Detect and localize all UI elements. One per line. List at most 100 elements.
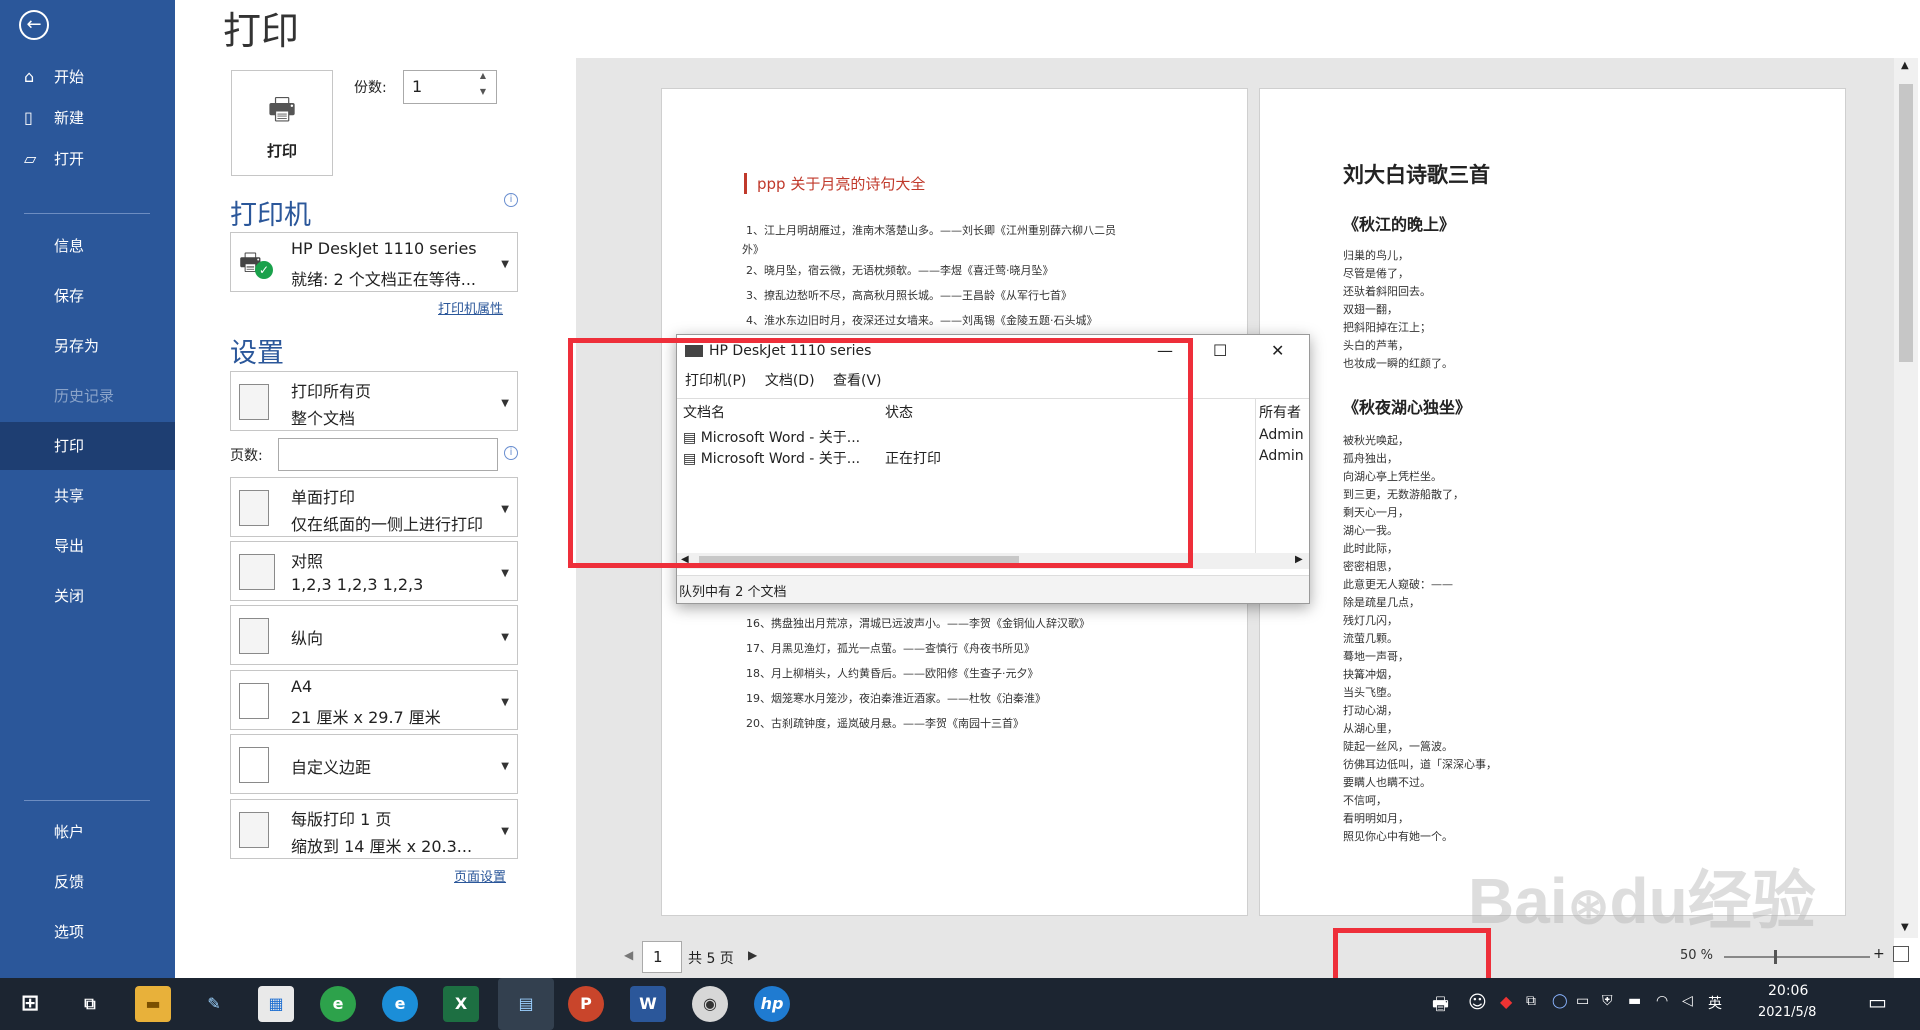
control-panel-icon[interactable]: ▤: [498, 978, 554, 1030]
close-icon[interactable]: ✕: [1271, 341, 1284, 360]
file-explorer-icon[interactable]: ▬: [135, 986, 171, 1022]
nav-account[interactable]: 帐户: [0, 808, 175, 856]
nav-save[interactable]: 保存: [0, 272, 175, 320]
monitor-tray-icon[interactable]: ▭: [1576, 993, 1589, 1009]
app-icon[interactable]: ◉: [692, 986, 728, 1022]
pages-per-sheet-dropdown[interactable]: 每版打印 1 页 缩放到 14 厘米 x 20.3... ▼: [230, 799, 518, 859]
nav-print[interactable]: 打印: [0, 422, 175, 470]
scroll-right-icon[interactable]: ▶: [1295, 554, 1303, 565]
nav-share[interactable]: 共享: [0, 472, 175, 520]
poem-line: 把斜阳掉在江上；: [1343, 321, 1431, 334]
antivirus-tray-icon[interactable]: ◆: [1500, 992, 1512, 1011]
collate-icon: [239, 554, 275, 590]
paper-size-dropdown[interactable]: A4 21 厘米 x 29.7 厘米 ▼: [230, 670, 518, 730]
page-setup-link[interactable]: 页面设置: [454, 866, 506, 885]
browser-icon[interactable]: e: [320, 986, 356, 1022]
circle-tray-icon[interactable]: ◯: [1552, 993, 1568, 1009]
assistant-tray-icon[interactable]: ☺: [1468, 992, 1487, 1013]
backstage-sidebar: ← ⌂ 开始 ▯ 新建 ▱ 打开 信息 保存 另存为 历史记录 打印 共享 导出 关闭…: [0, 0, 175, 978]
poem-line: 还驮着斜阳回去。: [1343, 285, 1431, 298]
powerpoint-icon[interactable]: P: [568, 986, 604, 1022]
portrait-icon: [239, 618, 269, 654]
start-icon[interactable]: ⊞: [12, 986, 48, 1022]
highlight-box: [568, 338, 1193, 568]
orientation-dropdown[interactable]: 纵向 ▼: [230, 605, 518, 665]
clock-date[interactable]: 2021/5/8: [1758, 1005, 1816, 1020]
edge-icon[interactable]: e: [382, 986, 418, 1022]
spin-up-icon[interactable]: ▲: [476, 71, 490, 86]
wifi-tray-icon[interactable]: ◠: [1656, 993, 1668, 1009]
poem-line: 看明明如月，: [1343, 812, 1409, 825]
maximize-icon[interactable]: ☐: [1213, 341, 1227, 360]
print-range-dropdown[interactable]: 打印所有页 整个文档 ▼: [230, 371, 518, 431]
copies-label: 份数:: [354, 80, 387, 96]
spin-down-icon[interactable]: ▼: [476, 87, 490, 102]
margins-dropdown[interactable]: 自定义边距 ▼: [230, 734, 518, 794]
poem-line: 不信呵，: [1343, 794, 1387, 807]
nav-options[interactable]: 选项: [0, 908, 175, 956]
zoom-in-icon[interactable]: +: [1873, 946, 1885, 962]
sides-dropdown[interactable]: 单面打印 仅在纸面的一侧上进行打印 ▼: [230, 477, 518, 537]
queue-status-text: 队列中有 2 个文档: [679, 585, 787, 600]
nav-close[interactable]: 关闭: [0, 572, 175, 620]
printer-tray-icon[interactable]: 🖶: [1432, 992, 1449, 1022]
nav-separator: [24, 213, 150, 214]
chevron-down-icon: ▼: [501, 398, 509, 409]
print-button[interactable]: 🖶 打印: [231, 70, 333, 176]
printer-dropdown[interactable]: 🖶 ✓ HP DeskJet 1110 series 就绪: 2 个文档正在等待.…: [230, 232, 518, 292]
next-page-icon[interactable]: ▶: [748, 948, 757, 962]
collate-dropdown[interactable]: 对照 1,2,3 1,2,3 1,2,3 ▼: [230, 541, 518, 601]
poem-line: 密密相思，: [1343, 560, 1398, 573]
printer-icon: 🖶: [267, 92, 297, 127]
ime-indicator[interactable]: 英: [1708, 993, 1722, 1013]
poem-line: 此意更无人窥破：——: [1343, 578, 1453, 591]
poem-line: 照见你心中有她一个。: [1343, 830, 1453, 843]
fit-page-icon[interactable]: [1893, 946, 1909, 962]
scroll-down-icon[interactable]: ▼: [1901, 922, 1909, 933]
poem-line: 尽管是倦了，: [1343, 267, 1409, 280]
chevron-down-icon: ▼: [501, 504, 509, 515]
printer-properties-link[interactable]: 打印机属性: [438, 298, 503, 317]
zoom-slider[interactable]: [1724, 956, 1870, 958]
word-icon[interactable]: W: [630, 986, 666, 1022]
chevron-down-icon: ▼: [501, 259, 509, 270]
preview-scrollbar[interactable]: ▲ ▼: [1894, 58, 1918, 938]
battery-tray-icon[interactable]: ▬: [1628, 993, 1641, 1009]
volume-tray-icon[interactable]: ◁: [1682, 993, 1693, 1009]
queue-row-2-owner: Admin: [1259, 448, 1304, 464]
excel-icon[interactable]: X: [443, 986, 479, 1022]
chevron-down-icon: ▼: [501, 826, 509, 837]
zoom-level[interactable]: 50 %: [1680, 948, 1713, 963]
prev-page-icon[interactable]: ◀: [624, 948, 633, 962]
scroll-up-icon[interactable]: ▲: [1901, 60, 1909, 71]
nav-info[interactable]: 信息: [0, 222, 175, 270]
window-tray-icon[interactable]: ⧉: [1526, 993, 1536, 1009]
nav-save-as[interactable]: 另存为: [0, 322, 175, 370]
info-icon[interactable]: i: [504, 446, 518, 460]
clock-time[interactable]: 20:06: [1768, 983, 1808, 999]
back-arrow-icon[interactable]: ←: [19, 10, 49, 40]
notification-icon[interactable]: ▭: [1868, 990, 1887, 1014]
chevron-down-icon: ▼: [501, 632, 509, 643]
shield-tray-icon[interactable]: ⛨: [1602, 993, 1613, 1009]
hp-icon[interactable]: hp: [754, 986, 790, 1022]
info-icon[interactable]: i: [504, 193, 518, 207]
poem-line: 剩天心一月，: [1343, 506, 1409, 519]
page-number-input[interactable]: 1: [642, 941, 682, 973]
nav-feedback[interactable]: 反馈: [0, 858, 175, 906]
scrollbar-thumb[interactable]: [1899, 84, 1913, 362]
poem-line: 打动心湖，: [1343, 704, 1398, 717]
store-icon[interactable]: ▦: [258, 986, 294, 1022]
poem-line: 此时此际，: [1343, 542, 1398, 555]
printer-ready-icon: 🖶 ✓: [239, 245, 273, 281]
nav-export[interactable]: 导出: [0, 522, 175, 570]
pages-input[interactable]: [278, 438, 498, 471]
preview-page-2: 刘大白诗歌三首 《秋江的晚上》 归巢的鸟儿， 尽管是倦了， 还驮着斜阳回去。 双翅一翻…: [1259, 88, 1846, 916]
paint-icon[interactable]: ✎: [196, 986, 232, 1022]
col-owner[interactable]: 所有者: [1259, 402, 1301, 422]
poem-line: 当头飞堕。: [1343, 686, 1398, 699]
zoom-slider-thumb[interactable]: [1774, 950, 1777, 964]
task-view-icon[interactable]: ⧉: [72, 986, 108, 1022]
poem-line: 也妆成一瞬的红颜了。: [1343, 357, 1453, 370]
nav-open[interactable]: ▱ 打开: [0, 135, 175, 183]
